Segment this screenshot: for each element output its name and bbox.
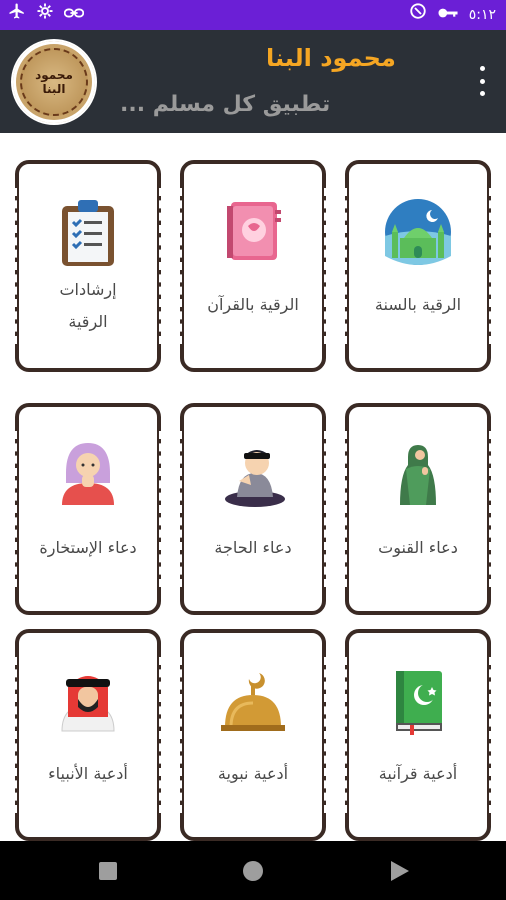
card-label: أدعية نبوية bbox=[190, 758, 316, 790]
card-ruqyah-sunnah[interactable]: الرقية بالسنة bbox=[343, 160, 493, 372]
card-dua-istikhara[interactable]: دعاء الإستخارة bbox=[13, 403, 163, 615]
clipboard-checklist-icon bbox=[52, 196, 124, 268]
card-label: أدعية قرآنية bbox=[355, 758, 481, 790]
card-label: أدعية الأنبياء bbox=[25, 758, 151, 790]
recent-apps-icon bbox=[99, 861, 117, 880]
card-prophetic-duas[interactable]: أدعية نبوية bbox=[178, 629, 328, 841]
key-icon bbox=[437, 0, 459, 30]
card-label-line-1: الرقية بالسنة bbox=[374, 295, 462, 314]
green-quran-icon bbox=[382, 665, 454, 737]
card-label-line-1: أدعية الأنبياء bbox=[48, 764, 128, 783]
recent-apps-button[interactable] bbox=[78, 841, 138, 900]
prophet-man-icon bbox=[52, 665, 124, 737]
card-label: دعاء الحاجة bbox=[190, 532, 316, 564]
praying-boy-icon bbox=[217, 439, 289, 511]
status-bar: ٥:١٢ bbox=[0, 0, 506, 30]
back-button[interactable] bbox=[370, 841, 430, 900]
mosque-icon bbox=[382, 196, 454, 268]
card-label: الرقية بالسنة bbox=[355, 289, 481, 321]
app-title: محمود البنا bbox=[266, 44, 396, 72]
status-icons-left bbox=[8, 0, 85, 30]
card-dua-qunoot[interactable]: دعاء القنوت bbox=[343, 403, 493, 615]
back-icon bbox=[391, 860, 409, 881]
app-subtitle: تطبيق كل مسلم ... bbox=[120, 92, 331, 117]
card-label-line-1: دعاء القنوت bbox=[378, 538, 458, 557]
card-label: إرشادات الرقية bbox=[25, 274, 151, 338]
card-label: الرقية بالقرآن bbox=[190, 289, 316, 321]
praying-woman-icon bbox=[382, 439, 454, 511]
card-label-line-1: أدعية قرآنية bbox=[378, 764, 458, 783]
dome-icon bbox=[217, 665, 289, 737]
card-label-line-2: الرقية bbox=[68, 312, 108, 331]
status-icons-right: ٥:١٢ bbox=[409, 0, 496, 30]
app-bar: محمود البنا محمود البنا تطبيق كل مسلم ..… bbox=[0, 30, 506, 133]
avatar-badge: محمود البنا bbox=[20, 48, 88, 116]
avatar-text: محمود البنا bbox=[35, 68, 73, 96]
card-dua-hajah[interactable]: دعاء الحاجة bbox=[178, 403, 328, 615]
card-ruqyah-quran[interactable]: الرقية بالقرآن bbox=[178, 160, 328, 372]
card-quranic-duas[interactable]: أدعية قرآنية bbox=[343, 629, 493, 841]
card-label: دعاء الإستخارة bbox=[25, 532, 151, 564]
home-button[interactable] bbox=[223, 841, 283, 900]
card-label-line-1: دعاء الإستخارة bbox=[39, 538, 137, 557]
status-time: ٥:١٢ bbox=[468, 7, 496, 23]
card-ruqyah-guidance[interactable]: إرشادات الرقية bbox=[13, 160, 163, 372]
avatar[interactable]: محمود البنا bbox=[11, 39, 97, 125]
quran-book-icon bbox=[217, 196, 289, 268]
link-icon bbox=[63, 0, 85, 30]
card-label-line-1: الرقية بالقرآن bbox=[207, 295, 299, 314]
menu-dot bbox=[479, 78, 485, 84]
card-label-line-1: إرشادات bbox=[59, 280, 117, 299]
praying-girl-icon bbox=[52, 439, 124, 511]
menu-dot bbox=[479, 66, 485, 71]
feature-grid: الرقية بالسنة الرقية بالقرآن إرشادات الر… bbox=[0, 133, 506, 841]
card-prophets-duas[interactable]: أدعية الأنبياء bbox=[13, 629, 163, 841]
settings-icon bbox=[36, 0, 54, 30]
navigation-bar bbox=[0, 841, 506, 900]
card-label-line-1: دعاء الحاجة bbox=[214, 538, 292, 557]
home-icon bbox=[243, 860, 263, 881]
airplane-icon bbox=[8, 0, 26, 30]
card-label: دعاء القنوت bbox=[355, 532, 481, 564]
overflow-menu-button[interactable] bbox=[472, 66, 492, 96]
data-saver-icon bbox=[409, 0, 427, 30]
menu-dot bbox=[479, 91, 485, 96]
card-label-line-1: أدعية نبوية bbox=[217, 764, 289, 783]
